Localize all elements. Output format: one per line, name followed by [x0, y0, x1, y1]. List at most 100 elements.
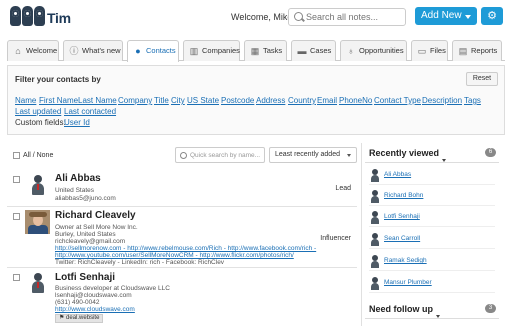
filter-field-link[interactable]: Postcode	[221, 96, 254, 105]
tab-whats-new[interactable]: ⓘ What's new	[63, 40, 123, 61]
contact-row[interactable]: Ali Abbas United States aliabbas5@juno.c…	[7, 170, 357, 207]
filter-field-link[interactable]: Last contacted	[64, 107, 116, 116]
recently-viewed-header[interactable]: Recently viewed 6	[365, 143, 499, 163]
recent-item-link[interactable]: Ali Abbas	[384, 171, 411, 178]
contact-links[interactable]: http://www.youtube.com/user/SellMoreNowC…	[55, 252, 294, 259]
all-none-toggle[interactable]: All / None	[23, 152, 53, 159]
tab-welcome[interactable]: ⌂ Welcome	[7, 40, 59, 61]
filter-field-link[interactable]: Company	[118, 96, 152, 105]
person-icon	[32, 273, 44, 293]
recent-item-link[interactable]: Ramak Sedigh	[384, 257, 427, 264]
person-icon	[371, 169, 379, 182]
filter-field-link[interactable]: Title	[154, 96, 169, 105]
quick-search-placeholder: Quick search by name...	[190, 152, 261, 159]
contact-detail: Business developer at Cloudswave LLC	[55, 285, 170, 292]
recent-item[interactable]: Ramak Sedigh	[365, 251, 499, 271]
tab-label: What's new	[82, 46, 121, 55]
tab-label: Cases	[310, 46, 332, 55]
filter-field-link[interactable]: Last Name	[78, 96, 117, 105]
owl-logo-icon	[22, 6, 33, 26]
avatar	[27, 271, 49, 295]
chevron-down-icon	[347, 154, 351, 157]
search-box[interactable]	[288, 8, 406, 26]
select-all-checkbox[interactable]	[13, 152, 20, 159]
contact-detail: Burley, United States	[55, 231, 116, 238]
custom-fields-label: Custom fields:	[15, 118, 66, 127]
filter-field-link[interactable]: Contact Type	[374, 96, 421, 105]
recent-item-link[interactable]: Lotfi Senhaji	[384, 213, 420, 220]
person-icon	[371, 211, 379, 224]
logo[interactable]: Tim	[10, 4, 71, 30]
recent-item[interactable]: Ali Abbas	[365, 165, 499, 185]
contact-detail: Owner at Sell More Now Inc.	[55, 224, 138, 231]
contact-name[interactable]: Ali Abbas	[55, 173, 101, 184]
filter-field-link[interactable]: Tags	[464, 96, 481, 105]
tab-companies[interactable]: ▥ Companies	[183, 40, 240, 61]
owl-logo-icon	[34, 6, 45, 26]
filter-field-link[interactable]: First Name	[39, 96, 78, 105]
gear-icon: ⚙	[487, 10, 497, 22]
panel-title: Recently viewed	[369, 148, 448, 162]
contact-links[interactable]: http://sellmorenow.com - http://www.rebe…	[55, 245, 316, 252]
recent-item-link[interactable]: Mansur Plumber	[384, 279, 432, 286]
quick-search-input[interactable]: Quick search by name...	[175, 147, 265, 163]
tag-badge[interactable]: ⚑ deal.website	[55, 314, 104, 323]
contact-social: Twitter: RichCleavely - LinkedIn: rich -…	[55, 259, 225, 266]
recent-item[interactable]: Sean Carroll	[365, 229, 499, 249]
contact-name[interactable]: Lotfi Senhaji	[55, 272, 115, 283]
recent-item-link[interactable]: Sean Carroll	[384, 235, 420, 242]
count-badge: 3	[485, 304, 496, 313]
contact-name[interactable]: Richard Cleavely	[55, 210, 136, 221]
recent-item[interactable]: Mansur Plumber	[365, 273, 499, 293]
filter-field-link[interactable]: City	[171, 96, 185, 105]
row-checkbox[interactable]	[13, 274, 20, 281]
tab-label: Contacts	[146, 46, 176, 55]
contact-email: lsenhaji@cloudswave.com	[55, 292, 132, 299]
tab-cases[interactable]: ▬ Cases	[291, 40, 336, 61]
owl-logo-icon	[10, 6, 21, 26]
contact-type: Influencer	[320, 235, 351, 242]
tab-opportunities[interactable]: ♁ Opportunities	[340, 40, 407, 61]
filter-field-link[interactable]: Country	[288, 96, 316, 105]
filter-field-link[interactable]: Name	[15, 96, 36, 105]
custom-field-link[interactable]: User Id	[64, 118, 90, 127]
filter-field-link[interactable]: US State	[187, 96, 219, 105]
add-new-button[interactable]: Add New	[415, 7, 477, 25]
row-checkbox[interactable]	[13, 176, 20, 183]
search-icon	[294, 12, 303, 21]
tab-files[interactable]: ▭ Files	[411, 40, 448, 61]
avatar	[27, 173, 49, 197]
home-icon: ⌂	[15, 46, 21, 56]
building-icon: ▥	[189, 46, 199, 56]
calendar-icon: ▦	[250, 46, 260, 56]
need-follow-up-header[interactable]: Need follow up 3	[365, 299, 499, 319]
recent-item-link[interactable]: Richard Bohn	[384, 192, 423, 199]
reset-button[interactable]: Reset	[466, 72, 498, 86]
sort-select[interactable]: Least recently added	[269, 147, 357, 163]
tab-tasks[interactable]: ▦ Tasks	[244, 40, 287, 61]
recent-item[interactable]: Lotfi Senhaji	[365, 207, 499, 227]
info-icon: ⓘ	[69, 46, 79, 56]
contact-row[interactable]: Lotfi Senhaji Business developer at Clou…	[7, 268, 357, 326]
tab-label: Opportunities	[359, 46, 404, 55]
filter-field-link[interactable]: PhoneNo	[339, 96, 372, 105]
tab-label: Reports	[471, 46, 498, 55]
row-checkbox[interactable]	[13, 213, 20, 220]
contact-row[interactable]: Richard Cleavely Owner at Sell More Now …	[7, 207, 357, 268]
filter-field-link[interactable]: Email	[317, 96, 337, 105]
tab-contacts[interactable]: ● Contacts	[127, 40, 179, 62]
recent-item[interactable]: Richard Bohn	[365, 186, 499, 206]
search-icon	[180, 152, 187, 159]
contact-email: richcleavely@gmail.com	[55, 238, 126, 245]
contact-type: Lead	[335, 185, 351, 192]
contact-email: aliabbas5@juno.com	[55, 195, 116, 202]
person-icon	[371, 255, 379, 268]
filter-field-link[interactable]: Last updated	[15, 107, 61, 116]
person-icon	[371, 277, 379, 290]
settings-button[interactable]: ⚙	[481, 7, 503, 25]
tab-reports[interactable]: ▤ Reports	[452, 40, 502, 61]
contact-website[interactable]: http://www.cloudswave.com	[55, 306, 135, 313]
search-input[interactable]	[306, 10, 404, 24]
filter-field-link[interactable]: Description	[422, 96, 462, 105]
filter-field-link[interactable]: Address	[256, 96, 285, 105]
